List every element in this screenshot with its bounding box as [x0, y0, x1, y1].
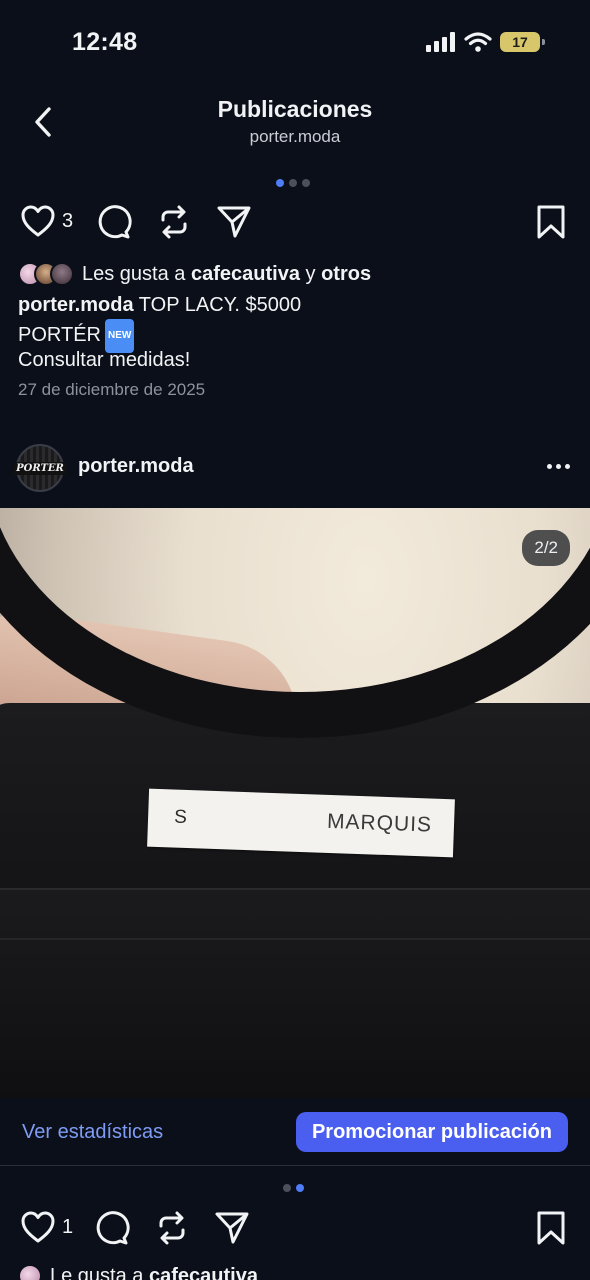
page-subtitle: porter.moda — [249, 127, 341, 146]
insights-row: Ver estadísticas Promocionar publicación — [0, 1098, 590, 1166]
wifi-icon — [464, 32, 492, 52]
profile-picture-text: PORTER — [14, 461, 66, 475]
likes-summary[interactable]: Les gusta a cafecautiva y otros — [18, 262, 371, 286]
like-count: 1 — [62, 1215, 74, 1238]
carousel-dots — [276, 179, 310, 187]
liker-avatars — [18, 262, 74, 286]
avatar — [18, 1264, 42, 1280]
post-image[interactable]: S MARQUIS 2/2 — [0, 508, 590, 1098]
post-username[interactable]: porter.moda — [78, 455, 194, 478]
label-size: S — [173, 806, 188, 829]
caption-line-2-text: PORTÉR — [18, 324, 101, 346]
repost-icon — [159, 1211, 185, 1245]
heart-icon — [21, 1211, 55, 1243]
comment-icon — [98, 205, 132, 239]
carousel-dots-2 — [283, 1184, 304, 1192]
carousel-dot — [302, 179, 310, 187]
post-header: PORTER porter.moda — [0, 440, 590, 498]
share-button[interactable] — [216, 204, 252, 240]
more-icon-dot — [565, 464, 570, 469]
like-count: 3 — [62, 209, 74, 232]
bookmark-icon — [537, 1211, 565, 1245]
avatar — [50, 262, 74, 286]
caption-user[interactable]: porter.moda — [18, 294, 134, 316]
save-button[interactable] — [536, 204, 566, 240]
post-actions: 3 — [0, 200, 590, 248]
carousel-dot-active — [276, 179, 284, 187]
signal-icon — [426, 32, 455, 52]
likes-prefix: Le gusta a — [50, 1264, 144, 1280]
likes-others[interactable]: otros — [321, 263, 371, 286]
post-date: 27 de diciembre de 2025 — [18, 380, 206, 399]
caption-line-1: porter.moda TOP LACY. $5000 — [18, 291, 301, 319]
like-button[interactable]: 3 — [20, 204, 73, 238]
share-button[interactable] — [214, 1210, 250, 1246]
caption-line-3: Consultar medidas! — [18, 349, 191, 371]
more-icon-dot — [556, 464, 561, 469]
photo-seam — [0, 938, 590, 940]
carousel-dot — [283, 1184, 291, 1192]
comment-button[interactable] — [94, 1210, 130, 1246]
photo-garment-lower — [0, 888, 590, 1098]
repost-icon — [161, 205, 187, 239]
heart-icon — [21, 205, 55, 237]
page-header: Publicaciones porter.moda — [0, 88, 590, 158]
likes-prefix: Les gusta a — [82, 262, 186, 285]
save-button[interactable] — [536, 1210, 566, 1246]
status-bar: 12:48 17 — [0, 0, 590, 88]
comment-icon — [96, 1211, 130, 1245]
repost-button[interactable] — [156, 204, 192, 240]
likes-and: y — [305, 262, 316, 285]
comment-button[interactable] — [96, 204, 132, 240]
image-counter: 2/2 — [522, 530, 570, 566]
bookmark-icon — [537, 205, 565, 239]
like-button[interactable]: 1 — [20, 1210, 73, 1244]
status-icons: 17 — [426, 32, 545, 52]
profile-picture[interactable]: PORTER — [14, 444, 66, 492]
promote-button[interactable]: Promocionar publicación — [295, 1112, 568, 1152]
page-title: Publicaciones — [217, 96, 373, 122]
status-time: 12:48 — [72, 28, 138, 56]
share-icon — [215, 1212, 249, 1244]
post-actions-2: 1 — [0, 1206, 590, 1254]
carousel-dot-active — [296, 1184, 304, 1192]
more-options-button[interactable] — [547, 464, 570, 469]
carousel-dot — [289, 179, 297, 187]
likes-user[interactable]: cafecautiva — [191, 263, 300, 286]
view-insights-link[interactable]: Ver estadísticas — [22, 1121, 163, 1144]
battery-indicator: 17 — [500, 32, 545, 52]
repost-button[interactable] — [154, 1210, 190, 1246]
likes-user[interactable]: cafecautiva — [149, 1265, 258, 1280]
caption-text: TOP LACY. $5000 — [138, 294, 302, 316]
clothing-label: S MARQUIS — [147, 788, 455, 858]
label-brand: MARQUIS — [326, 809, 433, 837]
more-icon — [547, 464, 552, 469]
share-icon — [217, 206, 251, 238]
likes-summary-2[interactable]: Le gusta a cafecautiva — [18, 1264, 258, 1280]
